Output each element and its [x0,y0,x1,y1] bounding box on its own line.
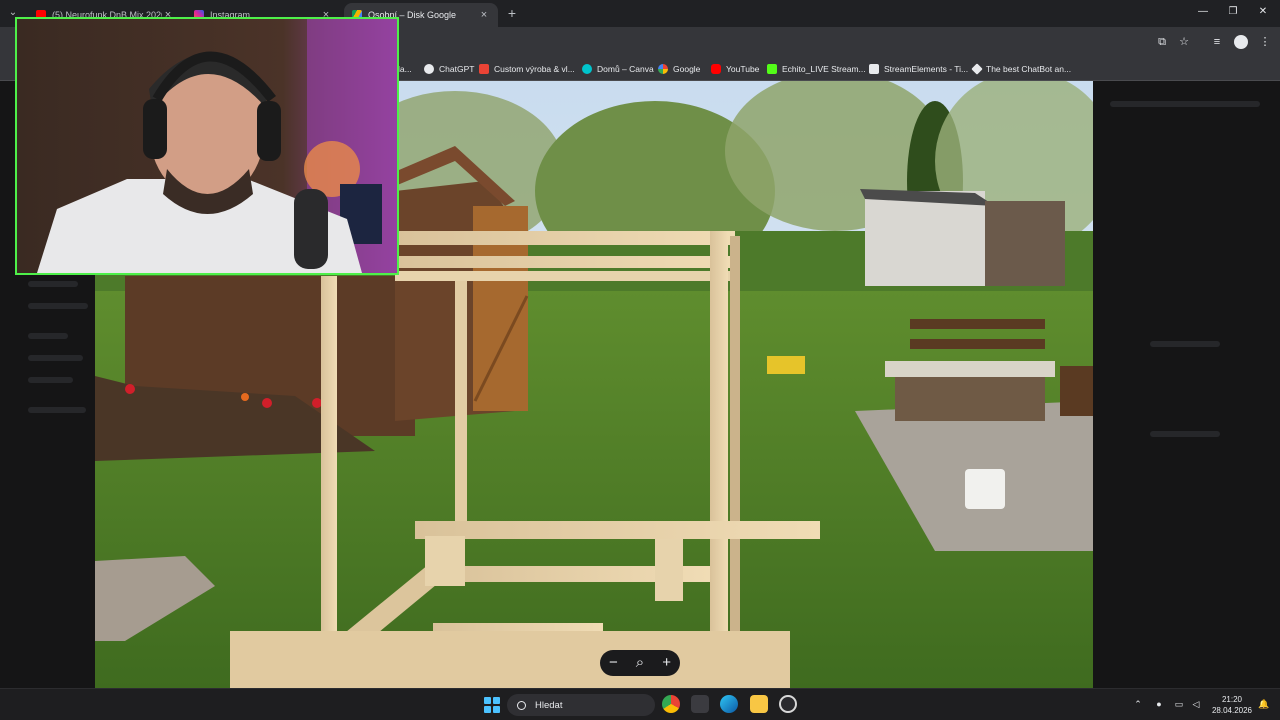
sidebar-ghost-item [28,303,88,309]
close-window-icon[interactable]: ✕ [1256,5,1270,19]
sidebar-ghost-item [28,355,83,361]
tray-chevron-icon[interactable]: ⌃ [1132,697,1144,711]
chrome-taskbar-icon[interactable] [662,695,680,713]
sidebar-ghost-item [28,407,86,413]
sidebar-ghost-item [28,281,78,287]
profile-avatar[interactable] [1234,35,1248,49]
chatgpt-icon [424,64,434,74]
bookmark-google[interactable]: Google [658,61,700,77]
chatbot-icon [971,63,983,75]
edge-taskbar-icon[interactable] [720,695,738,713]
youtube-icon [711,64,721,74]
bookmark-canva[interactable]: Domů – Canva [582,61,654,77]
bookmark-folder[interactable]: la... [398,61,412,77]
search-icon [517,700,526,710]
zoom-in-button[interactable]: + [656,652,678,674]
bookmark-label: Domů – Canva [597,64,654,74]
zoom-out-button[interactable]: − [602,652,624,674]
install-app-icon[interactable]: ⧉ [1155,35,1169,49]
restore-icon[interactable]: ❐ [1226,5,1240,19]
minimize-icon[interactable]: — [1196,5,1210,19]
custom-icon [479,64,489,74]
zoom-controls: − ⌕ + [600,650,680,676]
bookmark-chatbot[interactable]: The best ChatBot an... [971,61,1072,77]
streamelements-icon [869,64,879,74]
media-controls-icon[interactable]: ≡ [1210,35,1224,49]
microphone-icon[interactable]: ● [1153,697,1165,711]
bookmark-label: la... [398,64,412,74]
bookmark-label: Echito_LIVE Stream... [782,64,866,74]
search-label: Hledat [535,699,563,711]
canva-icon [582,64,592,74]
bookmark-label: YouTube [726,64,760,74]
store-taskbar-icon[interactable] [691,695,709,713]
webcam-overlay [15,17,399,275]
taskbar-search[interactable]: Hledat [507,694,655,716]
network-icon[interactable]: ▭ [1173,697,1185,711]
bookmark-custom[interactable]: Custom výroba & vl... [479,61,575,77]
menu-kebab-icon[interactable]: ⋮ [1258,35,1272,49]
bookmark-label: Custom výroba & vl... [494,64,575,74]
windows-taskbar: Hledat ⌃ ● ▭ ◁ 21:20 28.04.2026 🔔 [0,688,1280,720]
bookmark-streamelements[interactable]: StreamElements - Ti... [869,61,968,77]
tab-close-icon[interactable]: × [478,9,490,21]
bookmark-chatgpt[interactable]: ChatGPT [424,61,474,77]
clock-time: 21:20 [1221,695,1243,704]
webcam-feed [17,19,397,273]
volume-icon[interactable]: ◁ [1190,697,1202,711]
bookmark-kick[interactable]: Echito_LIVE Stream... [767,61,866,77]
sidebar-ghost-item [28,377,73,383]
bookmark-star-icon[interactable]: ☆ [1177,35,1191,49]
obs-taskbar-icon[interactable] [779,695,797,713]
bookmark-youtube[interactable]: YouTube [711,61,759,77]
kick-icon [767,64,777,74]
new-tab-button[interactable]: + [505,5,519,21]
content-ghost [1150,431,1220,437]
bookmark-label: StreamElements - Ti... [884,64,969,74]
bookmark-label: ChatGPT [439,64,475,74]
notifications-icon[interactable]: 🔔 [1258,697,1270,711]
toolbar-ghost [1110,101,1260,107]
file-explorer-taskbar-icon[interactable] [750,695,768,713]
content-ghost [1150,341,1220,347]
clock-date: 28.04.2026 [1211,706,1253,715]
zoom-icon[interactable]: ⌕ [629,652,651,674]
sidebar-ghost-item [28,333,68,339]
google-icon [658,64,668,74]
taskbar-clock[interactable]: 21:20 28.04.2026 [1206,694,1258,716]
screen: ⌄ (5) Neurofunk DnB Mix 2026 🩷 × Instagr… [0,0,1280,720]
bookmark-label: Google [673,64,701,74]
bookmark-label: The best ChatBot an... [986,64,1072,74]
windows-start-icon[interactable] [484,697,500,713]
